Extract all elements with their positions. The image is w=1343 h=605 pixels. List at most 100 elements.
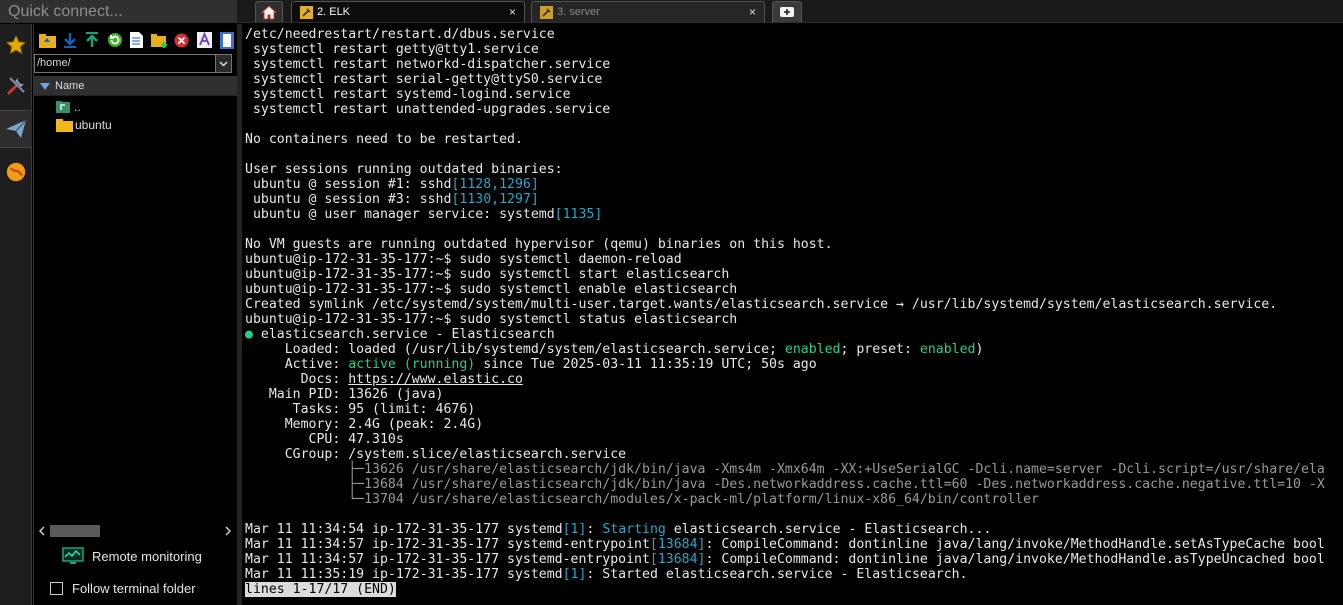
tools-button[interactable] xyxy=(0,67,32,105)
terminal-text: [1] xyxy=(562,567,587,582)
terminal-text: Mar 11 11:34:57 ip-172-31-35-177 systemd… xyxy=(245,537,650,552)
terminal-view[interactable]: /etc/needrestart/restart.d/dbus.service … xyxy=(237,24,1343,605)
chevron-right-icon[interactable] xyxy=(224,526,232,536)
delete-button[interactable] xyxy=(171,28,193,52)
terminal-text: systemctl restart unattended-upgrades.se… xyxy=(245,102,611,117)
file-row-ubuntu[interactable]: ubuntu xyxy=(56,116,112,134)
upload-icon xyxy=(86,32,99,47)
scrollbar-thumb[interactable] xyxy=(50,525,100,537)
monitor-chart-icon xyxy=(62,547,84,564)
name-column-header[interactable]: Name xyxy=(34,76,238,96)
download-button[interactable] xyxy=(58,28,80,52)
new-file-icon xyxy=(130,32,144,48)
sftp-button[interactable] xyxy=(0,110,32,148)
terminal-text: Created symlink /etc/systemd/system/mult… xyxy=(245,297,1278,312)
sessions-button[interactable] xyxy=(0,26,32,64)
new-folder-button[interactable] xyxy=(148,28,170,52)
terminal-line: systemctl restart systemd-logind.service xyxy=(245,87,1325,102)
terminal-text: ● xyxy=(245,327,253,342)
terminal-text: : xyxy=(586,522,603,537)
tab-home[interactable] xyxy=(255,1,283,22)
terminal-line: Mar 11 11:34:57 ip-172-31-35-177 systemd… xyxy=(245,537,1325,552)
terminal-line: /etc/needrestart/restart.d/dbus.service xyxy=(245,27,1325,42)
rename-icon xyxy=(196,32,212,48)
terminal-line: Mar 11 11:34:54 ip-172-31-35-177 systemd… xyxy=(245,522,1325,537)
star-icon xyxy=(5,34,27,55)
terminal-line: lines 1-17/17 (END) xyxy=(245,582,1325,597)
tools-icon xyxy=(6,77,25,96)
bookmark-button[interactable] xyxy=(216,28,238,52)
terminal-line: Memory: 2.4G (peak: 2.4G) xyxy=(245,417,1325,432)
terminal-text: elasticsearch.service - Elasticsearch... xyxy=(665,522,992,537)
paper-plane-icon xyxy=(6,119,27,138)
terminal-text: ; preset: xyxy=(840,342,920,357)
globe-icon xyxy=(6,162,26,182)
chevron-left-icon[interactable] xyxy=(38,526,46,536)
terminal-text: [13684] xyxy=(649,552,706,567)
terminal-line: ubuntu@ip-172-31-35-177:~$ sudo systemct… xyxy=(245,312,1325,327)
quick-connect-input[interactable] xyxy=(0,0,237,23)
terminal-line: Tasks: 95 (limit: 4676) xyxy=(245,402,1325,417)
terminal-text: Mar 11 11:35:19 ip-172-31-35-177 systemd xyxy=(245,567,563,582)
terminal-line: systemctl restart networkd-dispatcher.se… xyxy=(245,57,1325,72)
tab-server[interactable]: 3. server × xyxy=(531,1,765,22)
terminal-link[interactable]: https://www.elastic.co xyxy=(348,372,523,387)
tool-icon xyxy=(300,5,313,19)
terminal-text: Docs: xyxy=(245,372,349,387)
terminal-text: lines 1-17/17 (END) xyxy=(245,582,396,597)
terminal-text: Starting xyxy=(602,522,666,537)
folder-up-icon xyxy=(38,33,56,48)
terminal-line: User sessions running outdated binaries: xyxy=(245,162,1325,177)
terminal-text: [13684] xyxy=(649,537,706,552)
remote-monitoring-label: Remote monitoring xyxy=(92,548,202,564)
terminal-text: Memory: 2.4G (peak: 2.4G) xyxy=(245,417,484,432)
terminal-line: Docs: https://www.elastic.co xyxy=(245,372,1325,387)
terminal-text: No VM guests are running outdated hyperv… xyxy=(245,237,833,252)
terminal-line: ubuntu@ip-172-31-35-177:~$ sudo systemct… xyxy=(245,252,1325,267)
new-file-button[interactable] xyxy=(126,28,148,52)
tab-elk[interactable]: 2. ELK × xyxy=(291,1,525,22)
refresh-icon xyxy=(107,33,122,47)
tab-elk-close-button[interactable]: × xyxy=(509,5,516,19)
parent-folder-icon xyxy=(56,100,70,113)
file-name: .. xyxy=(74,100,81,114)
remote-monitoring-button[interactable]: Remote monitoring xyxy=(62,545,202,567)
path-input[interactable]: /home/ xyxy=(34,54,232,73)
rename-button[interactable] xyxy=(193,28,215,52)
terminal-line: Mar 11 11:34:57 ip-172-31-35-177 systemd… xyxy=(245,552,1325,567)
new-tab-button[interactable] xyxy=(772,1,802,22)
sort-down-icon xyxy=(40,83,50,90)
terminal-line: ubuntu @ user manager service: systemd[1… xyxy=(245,207,1325,222)
folder-up-button[interactable] xyxy=(36,28,58,52)
terminal-text: enabled xyxy=(919,342,976,357)
terminal-output: /etc/needrestart/restart.d/dbus.service … xyxy=(245,27,1325,597)
terminal-line: systemctl restart serial-getty@ttyS0.ser… xyxy=(245,72,1325,87)
terminal-line: ├─13626 /usr/share/elasticsearch/jdk/bin… xyxy=(245,462,1325,477)
folder-icon xyxy=(56,118,73,132)
terminal-text: ubuntu @ session #1: sshd xyxy=(245,177,452,192)
terminal-line: ubuntu @ session #1: sshd[1128,1296] xyxy=(245,177,1325,192)
follow-terminal-folder-checkbox[interactable] xyxy=(50,581,63,595)
sftp-browser: /home/ Name .. ubuntu Remote monitoring … xyxy=(33,24,238,605)
horizontal-scrollbar[interactable] xyxy=(34,523,238,539)
follow-terminal-folder-toggle[interactable]: Follow terminal folder xyxy=(50,578,196,598)
tab-server-close-button[interactable]: × xyxy=(749,5,756,19)
terminal-text: CGroup: /system.slice/elasticsearch.serv… xyxy=(245,447,627,462)
terminal-text: ubuntu @ user manager service: systemd xyxy=(245,207,555,222)
path-dropdown-button[interactable] xyxy=(215,55,231,72)
refresh-button[interactable] xyxy=(103,28,125,52)
terminal-text: ubuntu @ session #3: sshd xyxy=(245,192,452,207)
terminal-text: : CompileCommand: dontinline java/lang/i… xyxy=(705,552,1325,567)
upload-button[interactable] xyxy=(81,28,103,52)
home-icon xyxy=(261,4,277,19)
terminal-text: systemctl restart getty@tty1.service xyxy=(245,42,539,57)
terminal-line: Created symlink /etc/systemd/system/mult… xyxy=(245,297,1325,312)
terminal-line: ubuntu@ip-172-31-35-177:~$ sudo systemct… xyxy=(245,267,1325,282)
terminal-line: Loaded: loaded (/usr/lib/systemd/system/… xyxy=(245,342,1325,357)
terminal-text: Loaded: loaded (/usr/lib/systemd/system/… xyxy=(245,342,785,357)
file-row-parent[interactable]: .. xyxy=(56,98,81,116)
terminal-text: Mar 11 11:34:54 ip-172-31-35-177 systemd xyxy=(245,522,563,537)
terminal-line: CGroup: /system.slice/elasticsearch.serv… xyxy=(245,447,1325,462)
globe-button[interactable] xyxy=(0,153,32,191)
